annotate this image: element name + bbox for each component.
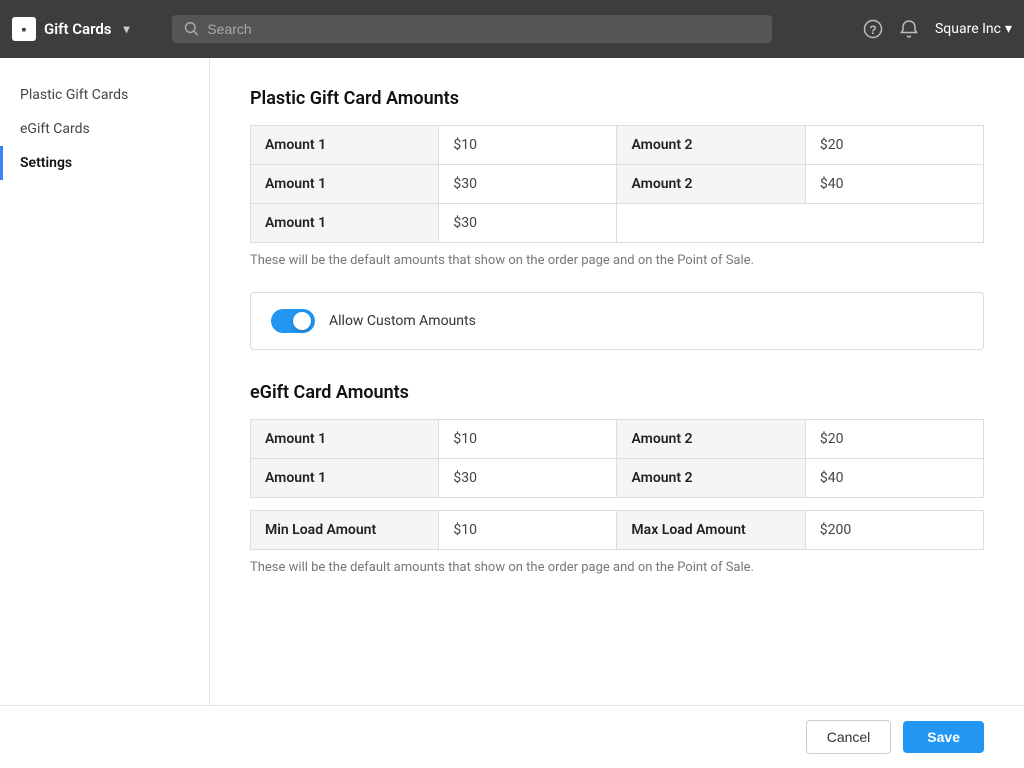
brand-label: Gift Cards (44, 20, 112, 38)
notifications-button[interactable] (899, 19, 919, 39)
plastic-amount1-label-2: Amount 1 (251, 165, 439, 204)
user-dropdown-arrow: ▾ (1005, 21, 1012, 37)
toggle-section: Allow Custom Amounts (250, 292, 984, 350)
nav-right: ? Square Inc ▾ (863, 19, 1012, 39)
plastic-amount1-label-3: Amount 1 (251, 204, 439, 243)
plastic-amount2-value-2: $40 (805, 165, 983, 204)
sidebar-label-egift-cards: eGift Cards (20, 121, 90, 137)
plastic-section-title: Plastic Gift Card Amounts (250, 88, 984, 109)
egift-amount1-label-2: Amount 1 (251, 459, 439, 498)
table-row: Amount 1 $30 Amount 2 $40 (251, 459, 984, 498)
nav-brand[interactable]: ▪ Gift Cards ▾ (12, 17, 172, 41)
user-label: Square Inc (935, 21, 1001, 37)
plastic-amount1-label-1: Amount 1 (251, 126, 439, 165)
table-row: Amount 1 $30 Amount 2 $40 (251, 165, 984, 204)
sidebar: Plastic Gift Cards eGift Cards Settings (0, 58, 210, 705)
egift-amount1-value-1: $10 (439, 420, 617, 459)
search-input[interactable] (207, 21, 760, 37)
table-row: Amount 1 $30 (251, 204, 984, 243)
egift-amount2-label-1: Amount 2 (617, 420, 805, 459)
plastic-amount2-value-1: $20 (805, 126, 983, 165)
main-content: Plastic Gift Card Amounts Amount 1 $10 A… (210, 58, 1024, 705)
egift-amount1-value-2: $30 (439, 459, 617, 498)
max-load-value: $200 (805, 511, 983, 550)
user-menu[interactable]: Square Inc ▾ (935, 21, 1012, 37)
max-load-label: Max Load Amount (617, 511, 805, 550)
footer: Cancel Save (0, 705, 1024, 768)
main-layout: Plastic Gift Cards eGift Cards Settings … (0, 58, 1024, 705)
table-row: Amount 1 $10 Amount 2 $20 (251, 420, 984, 459)
toggle-thumb (293, 312, 311, 330)
search-icon (184, 21, 199, 37)
egift-section-title: eGift Card Amounts (250, 382, 984, 403)
plastic-amount2-label-1: Amount 2 (617, 126, 805, 165)
brand-icon: ▪ (12, 17, 36, 41)
egift-amount2-label-2: Amount 2 (617, 459, 805, 498)
top-nav: ▪ Gift Cards ▾ ? Square Inc ▾ (0, 0, 1024, 58)
plastic-amount1-value-1: $10 (439, 126, 617, 165)
table-row: Min Load Amount $10 Max Load Amount $200 (251, 511, 984, 550)
egift-amount1-label-1: Amount 1 (251, 420, 439, 459)
plastic-amounts-table: Amount 1 $10 Amount 2 $20 Amount 1 $30 A… (250, 125, 984, 243)
search-bar[interactable] (172, 15, 772, 43)
plastic-section: Plastic Gift Card Amounts Amount 1 $10 A… (250, 88, 984, 268)
egift-section: eGift Card Amounts Amount 1 $10 Amount 2… (250, 382, 984, 575)
plastic-empty-cell (617, 204, 984, 243)
min-load-label: Min Load Amount (251, 511, 439, 550)
min-load-value: $10 (439, 511, 617, 550)
brand-dropdown-arrow[interactable]: ▾ (124, 22, 130, 36)
allow-custom-amounts-toggle[interactable] (271, 309, 315, 333)
help-button[interactable]: ? (863, 19, 883, 39)
egift-amount2-value-2: $40 (805, 459, 983, 498)
egift-amounts-table: Amount 1 $10 Amount 2 $20 Amount 1 $30 A… (250, 419, 984, 498)
egift-load-table: Min Load Amount $10 Max Load Amount $200 (250, 510, 984, 550)
plastic-amount2-label-2: Amount 2 (617, 165, 805, 204)
egift-amount2-value-1: $20 (805, 420, 983, 459)
toggle-label: Allow Custom Amounts (329, 313, 476, 329)
sidebar-label-settings: Settings (20, 155, 72, 171)
sidebar-label-plastic-gift-cards: Plastic Gift Cards (20, 87, 128, 103)
plastic-helper-text: These will be the default amounts that s… (250, 253, 984, 268)
egift-helper-text: These will be the default amounts that s… (250, 560, 984, 575)
table-row: Amount 1 $10 Amount 2 $20 (251, 126, 984, 165)
plastic-amount1-value-2: $30 (439, 165, 617, 204)
sidebar-item-egift-cards[interactable]: eGift Cards (0, 112, 209, 146)
save-button[interactable]: Save (903, 721, 984, 753)
svg-text:?: ? (869, 23, 876, 37)
cancel-button[interactable]: Cancel (806, 720, 892, 754)
plastic-amount1-value-3: $30 (439, 204, 617, 243)
sidebar-item-plastic-gift-cards[interactable]: Plastic Gift Cards (0, 78, 209, 112)
sidebar-item-settings[interactable]: Settings (0, 146, 209, 180)
